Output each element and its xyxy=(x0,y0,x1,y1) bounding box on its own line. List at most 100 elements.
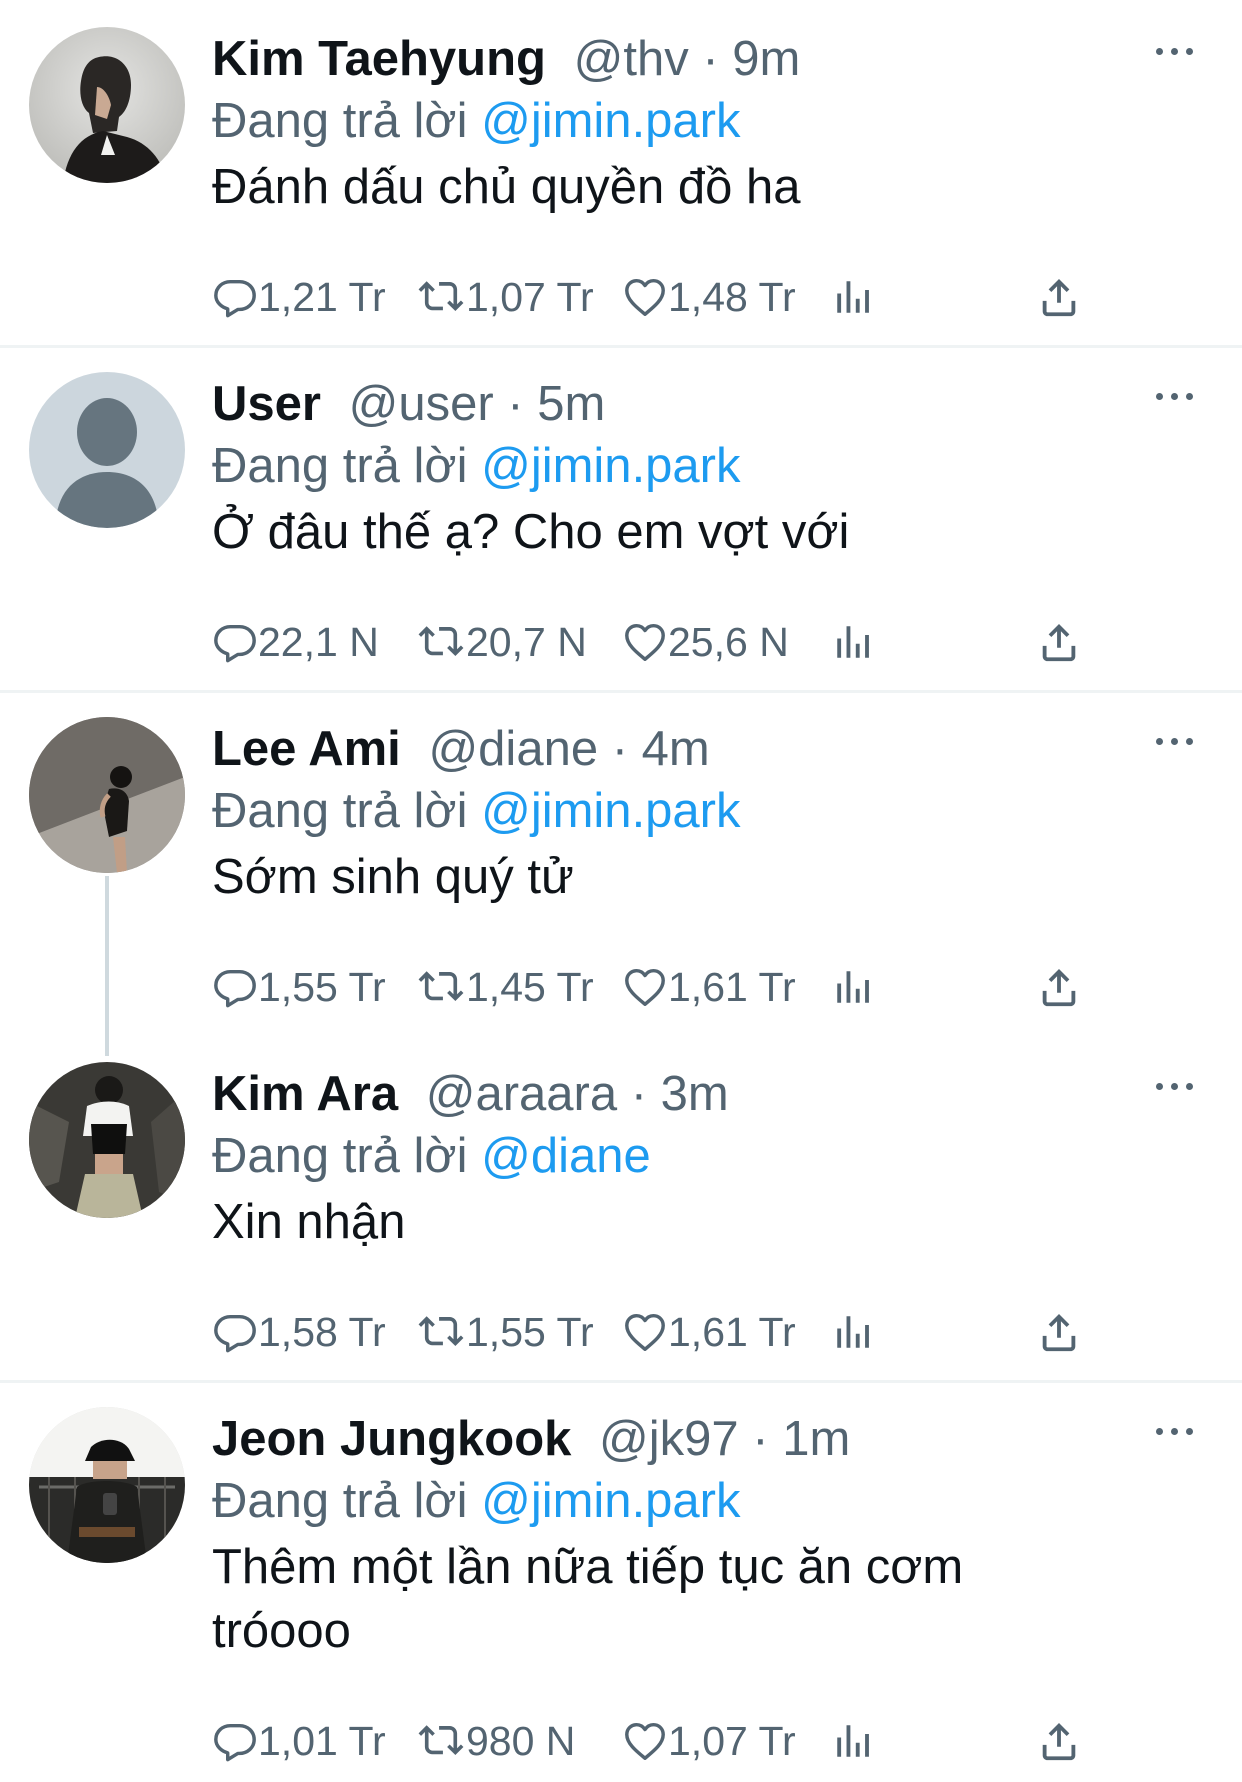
views-button[interactable] xyxy=(832,1716,874,1766)
author-handle[interactable]: @diane xyxy=(428,722,598,776)
like-button[interactable]: 1,48 Tr xyxy=(622,272,796,322)
avatar[interactable] xyxy=(29,27,185,183)
avatar[interactable] xyxy=(29,1062,185,1218)
heart-icon xyxy=(622,1309,668,1355)
views-button[interactable] xyxy=(832,962,874,1012)
reply-count: 1,21 Tr xyxy=(258,273,386,320)
author-handle[interactable]: @user xyxy=(349,377,494,431)
reply-context: Đang trả lời @jimin.park xyxy=(212,437,741,495)
timestamp[interactable]: 9m xyxy=(732,32,800,86)
tweet[interactable]: Kim Taehyung @thv · 9m Đang trả lời @jim… xyxy=(0,0,1242,345)
retweet-count: 1,45 Tr xyxy=(466,963,594,1010)
share-icon xyxy=(1036,274,1082,320)
like-count: 1,61 Tr xyxy=(668,1308,796,1355)
retweet-count: 1,55 Tr xyxy=(466,1308,594,1355)
more-dots-icon[interactable] xyxy=(1156,1424,1196,1438)
share-button[interactable] xyxy=(1036,962,1082,1012)
retweet-count: 20,7 N xyxy=(466,618,587,665)
reply-button[interactable]: 22,1 N xyxy=(212,617,379,667)
tweet[interactable]: User @user · 5m Đang trả lời @jimin.park… xyxy=(0,345,1242,690)
retweet-button[interactable]: 980 N xyxy=(416,1716,575,1766)
timestamp[interactable]: 4m xyxy=(642,722,710,776)
reply-button[interactable]: 1,58 Tr xyxy=(212,1307,386,1357)
more-dots-icon[interactable] xyxy=(1156,734,1196,748)
retweet-button[interactable]: 1,07 Tr xyxy=(416,272,594,322)
retweet-button[interactable]: 1,45 Tr xyxy=(416,962,594,1012)
reply-prefix: Đang trả lời xyxy=(212,1474,468,1528)
reply-bubble-icon xyxy=(212,1718,258,1764)
retweet-icon xyxy=(416,1309,466,1355)
tweet-actions: 1,21 Tr 1,07 Tr 1,48 Tr xyxy=(212,272,1112,322)
avatar[interactable] xyxy=(29,372,185,528)
reply-context: Đang trả lời @diane xyxy=(212,1127,651,1185)
share-button[interactable] xyxy=(1036,617,1082,667)
reply-button[interactable]: 1,01 Tr xyxy=(212,1716,386,1766)
author-name[interactable]: User xyxy=(212,377,321,431)
author-handle[interactable]: @thv xyxy=(574,32,689,86)
timestamp[interactable]: 1m xyxy=(782,1412,850,1466)
reply-mention-link[interactable]: @diane xyxy=(481,1129,651,1183)
author-name[interactable]: Kim Taehyung xyxy=(212,32,546,86)
reply-count: 1,55 Tr xyxy=(258,963,386,1010)
reply-prefix: Đang trả lời xyxy=(212,94,468,148)
reply-button[interactable]: 1,21 Tr xyxy=(212,272,386,322)
reply-button[interactable]: 1,55 Tr xyxy=(212,962,386,1012)
retweet-icon xyxy=(416,964,466,1010)
timestamp[interactable]: 3m xyxy=(661,1067,729,1121)
reply-mention-link[interactable]: @jimin.park xyxy=(481,94,740,148)
retweet-button[interactable]: 1,55 Tr xyxy=(416,1307,594,1357)
separator-dot: · xyxy=(752,1412,783,1466)
author-handle[interactable]: @araara xyxy=(426,1067,617,1121)
like-button[interactable]: 1,61 Tr xyxy=(622,1307,796,1357)
heart-icon xyxy=(622,619,668,665)
tweet-text: Sớm sinh quý tử xyxy=(212,850,574,904)
reply-context: Đang trả lời @jimin.park xyxy=(212,1472,741,1530)
tweet-header: Kim Ara @araara · 3m xyxy=(212,1065,729,1123)
author-name[interactable]: Kim Ara xyxy=(212,1067,398,1121)
like-count: 25,6 N xyxy=(668,618,789,665)
reply-bubble-icon xyxy=(212,964,258,1010)
separator-dot: · xyxy=(702,32,733,86)
retweet-icon xyxy=(416,274,466,320)
reply-prefix: Đang trả lời xyxy=(212,784,468,838)
author-name[interactable]: Lee Ami xyxy=(212,722,401,776)
more-dots-icon[interactable] xyxy=(1156,44,1196,58)
avatar[interactable] xyxy=(29,717,185,873)
share-button[interactable] xyxy=(1036,272,1082,322)
timestamp[interactable]: 5m xyxy=(537,377,605,431)
like-count: 1,48 Tr xyxy=(668,273,796,320)
tweet-text: Ở đâu thế ạ? Cho em vợt với xyxy=(212,505,850,559)
views-button[interactable] xyxy=(832,272,874,322)
more-dots-icon[interactable] xyxy=(1156,389,1196,403)
heart-icon xyxy=(622,964,668,1010)
avatar[interactable] xyxy=(29,1407,185,1563)
like-button[interactable]: 1,61 Tr xyxy=(622,962,796,1012)
tweet-text: Xin nhận xyxy=(212,1195,406,1249)
views-button[interactable] xyxy=(832,617,874,667)
author-name[interactable]: Jeon Jungkook xyxy=(212,1412,571,1466)
tweet[interactable]: Lee Ami @diane · 4m Đang trả lời @jimin.… xyxy=(0,690,1242,1035)
reply-mention-link[interactable]: @jimin.park xyxy=(481,1474,740,1528)
bar-chart-icon xyxy=(832,966,874,1008)
share-button[interactable] xyxy=(1036,1716,1082,1766)
like-button[interactable]: 1,07 Tr xyxy=(622,1716,796,1766)
reply-context: Đang trả lời @jimin.park xyxy=(212,782,741,840)
views-button[interactable] xyxy=(832,1307,874,1357)
reply-count: 22,1 N xyxy=(258,618,379,665)
share-icon xyxy=(1036,619,1082,665)
like-button[interactable]: 25,6 N xyxy=(622,617,789,667)
separator-dot: · xyxy=(507,377,538,431)
bar-chart-icon xyxy=(832,1311,874,1353)
author-handle[interactable]: @jk97 xyxy=(599,1412,739,1466)
reply-mention-link[interactable]: @jimin.park xyxy=(481,784,740,838)
share-button[interactable] xyxy=(1036,1307,1082,1357)
separator-dot: · xyxy=(630,1067,661,1121)
reply-prefix: Đang trả lời xyxy=(212,439,468,493)
more-dots-icon[interactable] xyxy=(1156,1079,1196,1093)
tweet[interactable]: Kim Ara @araara · 3m Đang trả lời @diane… xyxy=(0,1035,1242,1380)
reply-mention-link[interactable]: @jimin.park xyxy=(481,439,740,493)
tweet[interactable]: Jeon Jungkook @jk97 · 1m Đang trả lời @j… xyxy=(0,1380,1242,1782)
retweet-button[interactable]: 20,7 N xyxy=(416,617,587,667)
tweet-text: Đánh dấu chủ quyền đồ ha xyxy=(212,160,801,214)
reply-count: 1,01 Tr xyxy=(258,1717,386,1764)
